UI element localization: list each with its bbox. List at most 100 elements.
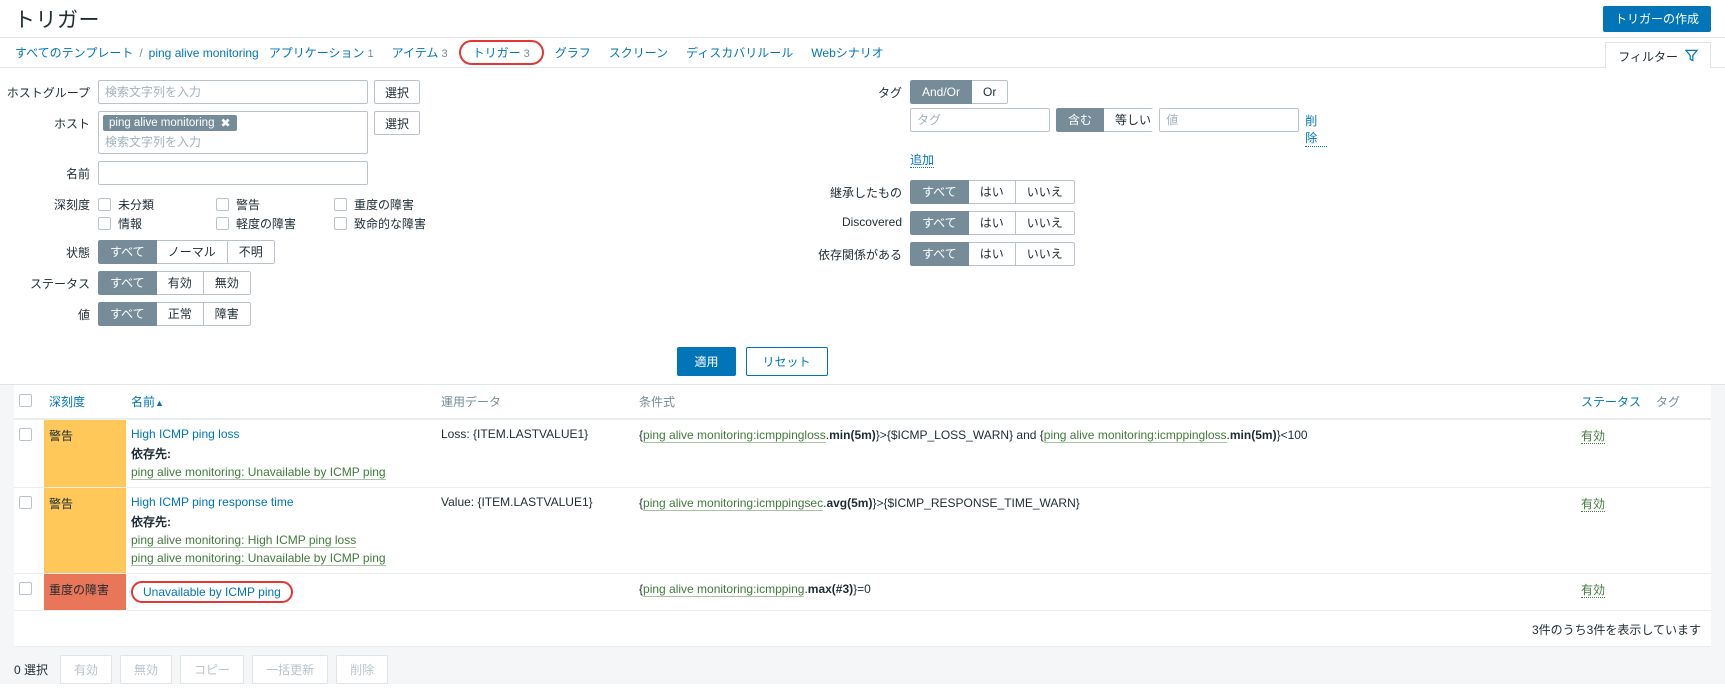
status-toggle-link[interactable]: 有効 bbox=[1581, 429, 1606, 444]
trigger-name-link[interactable]: Unavailable by ICMP ping bbox=[131, 581, 293, 603]
severity-checkbox-disaster[interactable]: 致命的な障害 bbox=[334, 215, 464, 232]
disable-button[interactable]: 無効 bbox=[120, 655, 173, 684]
tag-match-contains[interactable]: 含む bbox=[1056, 108, 1105, 132]
dependency-option-all[interactable]: すべて bbox=[910, 242, 969, 266]
status-toggle-link[interactable]: 有効 bbox=[1581, 497, 1606, 512]
row-checkbox[interactable] bbox=[19, 428, 32, 441]
host-multiselect[interactable]: ping alive monitoring ✖ bbox=[98, 111, 368, 154]
status-option-enabled[interactable]: 有効 bbox=[156, 271, 204, 295]
nav-item-applications[interactable]: アプリケーション 1 bbox=[260, 40, 383, 65]
status-cell: 有効 bbox=[1576, 419, 1651, 488]
severity-checkbox-warning[interactable]: 警告 bbox=[216, 196, 334, 213]
host-input[interactable] bbox=[103, 133, 363, 151]
status-option-all[interactable]: すべて bbox=[98, 271, 157, 295]
tag-remove-link[interactable]: 削除 bbox=[1305, 108, 1328, 147]
enable-button[interactable]: 有効 bbox=[60, 655, 113, 684]
create-trigger-button[interactable]: トリガーの作成 bbox=[1602, 5, 1711, 32]
tags-operator-or[interactable]: Or bbox=[972, 80, 1009, 104]
host-chip[interactable]: ping alive monitoring ✖ bbox=[103, 115, 237, 131]
close-icon[interactable]: ✖ bbox=[220, 117, 230, 129]
filter-tab[interactable]: フィルター bbox=[1605, 42, 1711, 71]
checkbox-icon[interactable] bbox=[334, 198, 347, 211]
expression-text: }>{$ICMP_RESPONSE_TIME_WARN} bbox=[872, 496, 1080, 510]
tag-value-input[interactable] bbox=[1159, 108, 1300, 132]
nav-item-items[interactable]: アイテム 3 bbox=[383, 40, 457, 65]
dependency-option-yes[interactable]: はい bbox=[968, 242, 1016, 266]
dependency-link[interactable]: ping alive monitoring: Unavailable by IC… bbox=[131, 551, 386, 566]
page-header: トリガー トリガーの作成 bbox=[0, 0, 1725, 37]
severity-checkbox-not-classified[interactable]: 未分類 bbox=[98, 196, 216, 213]
nav-item-graphs[interactable]: グラフ bbox=[546, 40, 600, 65]
expression-item-link[interactable]: ping alive monitoring:icmppingloss bbox=[643, 428, 826, 443]
hostgroup-select-button[interactable]: 選択 bbox=[374, 80, 421, 104]
mass-update-button[interactable]: 一括更新 bbox=[252, 655, 329, 684]
status-cell: 有効 bbox=[1576, 487, 1651, 574]
nav-item-web-scenarios[interactable]: Webシナリオ bbox=[802, 40, 892, 65]
trigger-name-link[interactable]: High ICMP ping loss bbox=[131, 427, 240, 441]
expression-item-link[interactable]: ping alive monitoring:icmppingsec bbox=[643, 496, 824, 511]
checkbox-icon[interactable] bbox=[98, 217, 111, 230]
funnel-icon bbox=[1684, 49, 1699, 65]
discovered-label: Discovered bbox=[841, 215, 902, 229]
dependency-link[interactable]: ping alive monitoring: High ICMP ping lo… bbox=[131, 533, 357, 548]
header-status[interactable]: ステータス bbox=[1576, 385, 1651, 420]
copy-button[interactable]: コピー bbox=[180, 655, 245, 684]
inherited-option-no[interactable]: いいえ bbox=[1015, 180, 1075, 204]
expression-item-link[interactable]: ping alive monitoring:icmpping bbox=[643, 582, 805, 597]
checkbox-icon[interactable] bbox=[98, 198, 111, 211]
breadcrumb-all-templates[interactable]: すべてのテンプレート bbox=[14, 41, 134, 64]
severity-checkbox-information[interactable]: 情報 bbox=[98, 215, 216, 232]
tags-operator-andor[interactable]: And/Or bbox=[910, 80, 973, 104]
discovered-option-no[interactable]: いいえ bbox=[1015, 211, 1075, 235]
breadcrumb-template-name[interactable]: ping alive monitoring bbox=[148, 43, 260, 63]
expression-cell: {ping alive monitoring:icmppingsec.avg(5… bbox=[634, 487, 1576, 574]
severity-checkbox-average[interactable]: 軽度の障害 bbox=[216, 215, 334, 232]
discovered-segmented-control: すべて はい いいえ bbox=[910, 211, 1075, 235]
sort-ascending-icon: ▲ bbox=[155, 398, 164, 408]
row-select-cell bbox=[14, 487, 44, 574]
tag-add-link[interactable]: 追加 bbox=[910, 153, 935, 168]
row-checkbox[interactable] bbox=[19, 496, 32, 509]
filter-right-column: タグ And/Or Or 含む 等しい 削除 bbox=[700, 80, 1328, 273]
inherited-option-all[interactable]: すべて bbox=[910, 180, 969, 204]
severity-option-label: 致命的な障害 bbox=[354, 217, 427, 231]
nav-item-screens[interactable]: スクリーン bbox=[600, 40, 677, 65]
discovered-option-all[interactable]: すべて bbox=[910, 211, 969, 235]
expression-item-link[interactable]: ping alive monitoring:icmppingloss bbox=[1043, 428, 1227, 443]
checkbox-icon[interactable] bbox=[334, 217, 347, 230]
delete-button[interactable]: 削除 bbox=[336, 655, 389, 684]
trigger-name-link[interactable]: High ICMP ping response time bbox=[131, 495, 294, 509]
dependency-option-no[interactable]: いいえ bbox=[1015, 242, 1075, 266]
header-name[interactable]: 名前▲ bbox=[126, 385, 436, 420]
nav-item-discovery-rules[interactable]: ディスカバリルール bbox=[677, 40, 802, 65]
tags-operator-control: And/Or Or bbox=[910, 80, 1327, 104]
status-cell: 有効 bbox=[1576, 573, 1651, 611]
host-select-button[interactable]: 選択 bbox=[374, 111, 421, 135]
status-option-disabled[interactable]: 無効 bbox=[203, 271, 251, 295]
severity-checkbox-high[interactable]: 重度の障害 bbox=[334, 196, 464, 213]
inherited-option-yes[interactable]: はい bbox=[968, 180, 1016, 204]
row-select-cell bbox=[14, 419, 44, 488]
discovered-option-yes[interactable]: はい bbox=[968, 211, 1016, 235]
dependency-link[interactable]: ping alive monitoring: Unavailable by IC… bbox=[131, 465, 386, 480]
header-severity[interactable]: 深刻度 bbox=[44, 385, 126, 420]
reset-button[interactable]: リセット bbox=[745, 347, 828, 376]
value-option-problem[interactable]: 障害 bbox=[203, 302, 251, 326]
checkbox-icon[interactable] bbox=[216, 198, 229, 211]
state-option-unknown[interactable]: 不明 bbox=[227, 240, 275, 264]
operational-data-cell: Loss: {ITEM.LASTVALUE1} bbox=[436, 419, 634, 488]
status-toggle-link[interactable]: 有効 bbox=[1581, 583, 1606, 598]
tag-match-equals[interactable]: 等しい bbox=[1104, 108, 1154, 132]
value-option-ok[interactable]: 正常 bbox=[156, 302, 204, 326]
tag-name-input[interactable] bbox=[910, 108, 1050, 132]
nav-item-triggers[interactable]: トリガー 3 bbox=[458, 40, 544, 65]
name-input[interactable] bbox=[98, 161, 368, 185]
apply-button[interactable]: 適用 bbox=[677, 347, 736, 376]
checkbox-icon[interactable] bbox=[216, 217, 229, 230]
hostgroup-input[interactable] bbox=[98, 80, 368, 104]
row-checkbox[interactable] bbox=[19, 582, 32, 595]
select-all-checkbox[interactable] bbox=[19, 394, 32, 407]
state-option-normal[interactable]: ノーマル bbox=[156, 240, 228, 264]
value-option-all[interactable]: すべて bbox=[98, 302, 157, 326]
state-option-all[interactable]: すべて bbox=[98, 240, 157, 264]
